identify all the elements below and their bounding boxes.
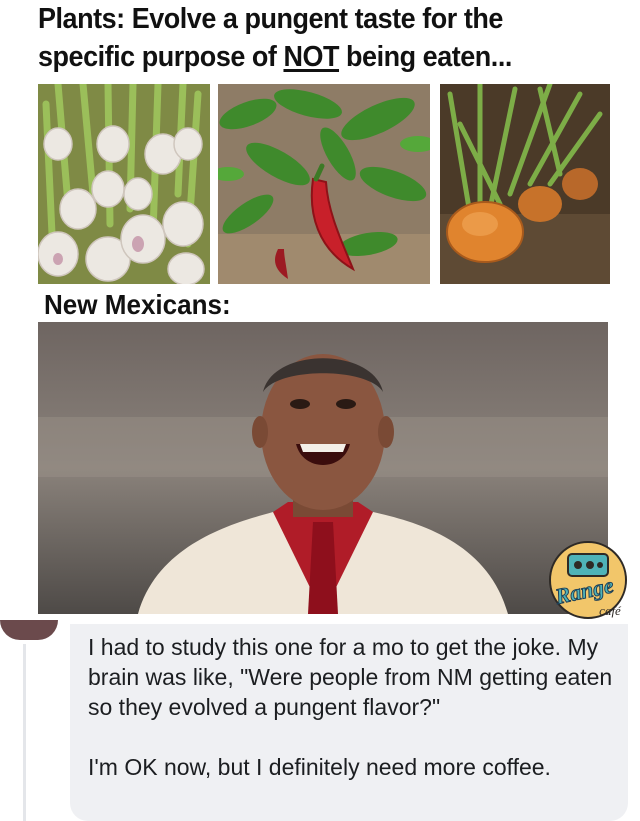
headline-line-2: specific purpose of NOT being eaten...: [38, 38, 577, 76]
comment-paragraph-gap: [88, 722, 618, 752]
laughing-man-photo: [38, 322, 608, 614]
headline-line-2-end: being eaten...: [339, 41, 512, 73]
onion-photo: [440, 84, 610, 284]
chile-illustration: [218, 84, 430, 284]
headline-emphasis: NOT: [283, 41, 340, 73]
chile-pepper-photo: [218, 84, 430, 284]
comment-paragraph-2: I'm OK now, but I definitely need more c…: [88, 754, 551, 780]
avatar[interactable]: [0, 620, 58, 640]
garlic-photo: [38, 84, 210, 284]
headline-line-1: Plants: Evolve a pungent taste for the: [38, 3, 503, 35]
thread-line: [23, 644, 26, 821]
range-cafe-logo: Range café: [540, 540, 635, 625]
laughing-man-illustration: [38, 322, 608, 614]
comment-section: I had to study this one for a mo to get …: [0, 620, 640, 821]
meme-headline: Plants: Evolve a pungent taste for the s…: [38, 0, 577, 76]
meme-subhead: New Mexicans:: [44, 289, 231, 320]
comment-text: I had to study this one for a mo to get …: [88, 632, 618, 782]
logo-sub-text: café: [599, 603, 622, 618]
garlic-illustration: [38, 84, 210, 284]
range-cafe-logo-graphic: Range café: [549, 541, 627, 619]
onion-illustration: [440, 84, 610, 284]
headline-line-2-start: specific purpose of: [38, 41, 284, 73]
comment-paragraph-1: I had to study this one for a mo to get …: [88, 634, 613, 720]
